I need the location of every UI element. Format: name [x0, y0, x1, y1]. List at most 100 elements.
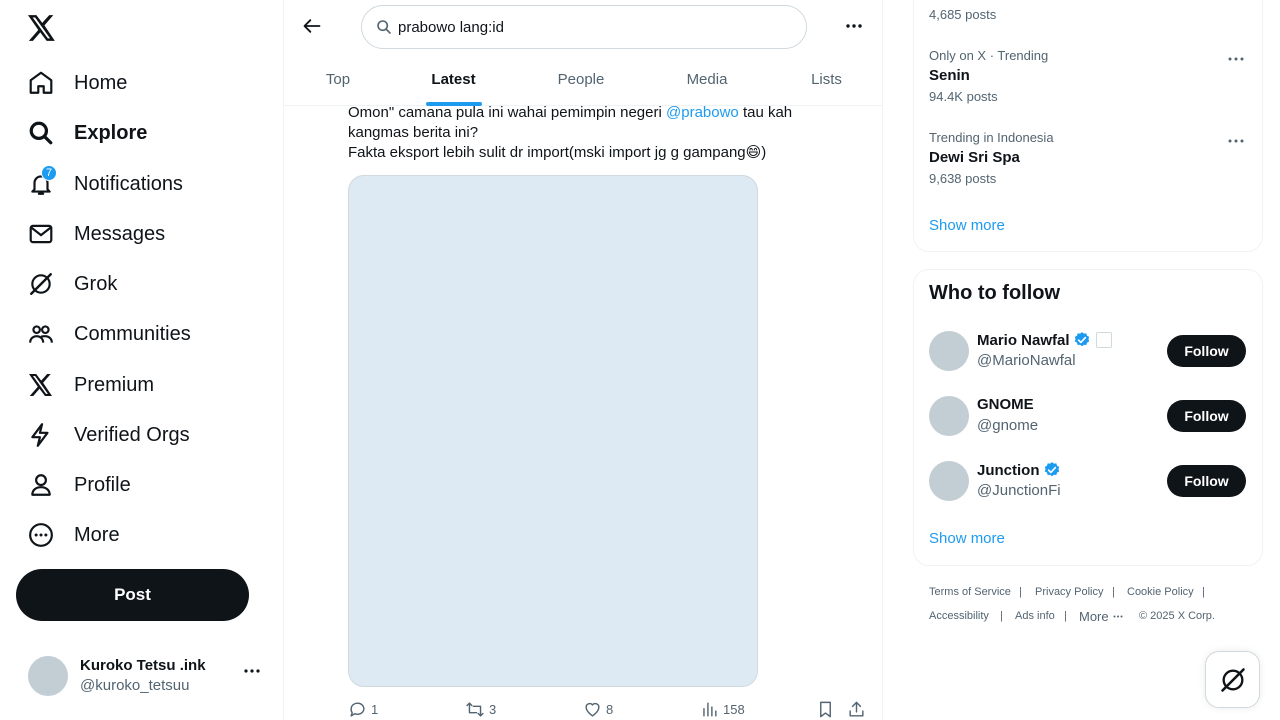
grok-float-button[interactable] [1205, 651, 1260, 708]
tweet-media[interactable] [348, 175, 758, 687]
tab-lists[interactable]: Lists [798, 53, 855, 106]
suggested-user-name[interactable]: GNOME [977, 396, 1034, 413]
footer-link-terms[interactable]: Terms of Service [929, 586, 1011, 598]
trends-card [913, 0, 1263, 252]
trend-meta: Only on X · Trending [929, 48, 1049, 63]
tab-people[interactable]: People [546, 53, 616, 106]
footer-separator: | [1112, 586, 1115, 598]
x-logo-icon [28, 372, 54, 398]
repost-icon [465, 700, 485, 719]
share-button[interactable] [847, 699, 866, 719]
tab-label: Latest [431, 71, 476, 88]
account-name: Kuroko Tetsu .ink [80, 657, 206, 674]
like-button[interactable]: 8 [583, 699, 613, 719]
footer-link-cookies[interactable]: Cookie Policy [1127, 586, 1194, 598]
heart-icon [583, 700, 602, 719]
reply-icon [348, 700, 367, 719]
nav-explore-label: Explore [74, 121, 148, 144]
trends-show-more-link[interactable]: Show more [929, 217, 1005, 234]
footer-link-ads-info[interactable]: Ads info [1015, 610, 1055, 622]
user-name-text: GNOME [977, 396, 1034, 413]
arrow-left-icon [302, 16, 322, 36]
envelope-icon [28, 221, 54, 247]
tab-top[interactable]: Top [308, 53, 368, 106]
avatar[interactable] [929, 396, 969, 436]
nav-verified-orgs[interactable]: Verified Orgs [16, 413, 202, 457]
trend-more-button[interactable] [1224, 131, 1248, 151]
views-button[interactable]: 158 [700, 699, 745, 719]
follow-button[interactable]: Follow [1167, 400, 1246, 432]
mention-link[interactable]: @prabowo [666, 104, 739, 121]
home-icon [28, 70, 54, 96]
x-logo-icon[interactable] [22, 8, 62, 48]
back-button[interactable] [294, 8, 330, 44]
nav-premium-label: Premium [74, 373, 155, 396]
footer-more-button[interactable]: More [1079, 609, 1123, 624]
footer-separator: | [1202, 586, 1205, 598]
trend-meta: Trending in Indonesia [929, 130, 1054, 145]
nav-profile[interactable]: Profile [16, 463, 143, 507]
nav-communities[interactable]: Communities [16, 312, 203, 356]
footer-link-accessibility[interactable]: Accessibility [929, 610, 989, 622]
who-to-follow-title: Who to follow [929, 282, 1061, 304]
account-switcher[interactable]: Kuroko Tetsu .ink @kuroko_tetsuu [16, 644, 271, 708]
reply-button[interactable]: 1 [348, 699, 378, 719]
post-button[interactable]: Post [16, 569, 249, 621]
notification-badge: 7 [41, 165, 57, 181]
people-icon [28, 321, 54, 347]
nav-explore[interactable]: Explore [16, 111, 159, 155]
repost-button[interactable]: 3 [465, 699, 496, 719]
more-horizontal-icon [1228, 57, 1244, 61]
nav-home-label: Home [74, 71, 128, 94]
nav-more[interactable]: More [16, 513, 132, 557]
suggested-user-handle: @JunctionFi [977, 482, 1061, 499]
lightning-icon [28, 422, 54, 448]
avatar[interactable] [929, 331, 969, 371]
search-box[interactable] [361, 5, 807, 49]
analytics-icon [700, 700, 719, 719]
person-icon [28, 472, 54, 498]
nav-verified-orgs-label: Verified Orgs [74, 423, 190, 446]
like-count: 8 [606, 701, 614, 717]
tweet-text-part: Fakta eksport lebih sulit dr import(mski… [348, 144, 767, 161]
suggested-user-name[interactable]: Mario Nawfal [977, 331, 1112, 349]
reply-count: 1 [371, 701, 379, 717]
nav-premium[interactable]: Premium [16, 363, 166, 407]
footer-separator: | [1000, 610, 1003, 622]
trend-post-count: 4,685 posts [929, 7, 997, 22]
tab-latest[interactable]: Latest [422, 53, 485, 106]
left-navigation: Home Explore 7 Notifications Messages Gr… [0, 0, 283, 720]
trend-post-count: 9,638 posts [929, 171, 997, 186]
active-tab-indicator [425, 102, 482, 106]
avatar[interactable] [929, 461, 969, 501]
follow-button[interactable]: Follow [1167, 465, 1246, 497]
nav-notifications-label: Notifications [74, 172, 183, 195]
more-horizontal-icon [845, 23, 863, 29]
trend-more-button[interactable] [1224, 49, 1248, 69]
search-input[interactable] [398, 18, 778, 36]
bookmark-button[interactable] [816, 699, 835, 719]
search-icon [28, 120, 54, 146]
verified-badge-icon [1043, 461, 1061, 479]
footer-more-label: More [1079, 609, 1109, 624]
suggested-user-name[interactable]: Junction [977, 461, 1061, 479]
more-circle-icon [28, 522, 54, 548]
nav-messages-label: Messages [74, 222, 166, 245]
nav-home[interactable]: Home [16, 61, 139, 105]
suggested-user-handle: @gnome [977, 417, 1039, 434]
search-options-button[interactable] [836, 8, 872, 44]
follow-button[interactable]: Follow [1167, 335, 1246, 367]
tab-label: Top [325, 71, 351, 88]
repost-count: 3 [489, 701, 497, 717]
avatar [28, 656, 68, 696]
follow-show-more-link[interactable]: Show more [929, 530, 1005, 547]
tab-media[interactable]: Media [672, 53, 742, 106]
nav-messages[interactable]: Messages [16, 212, 177, 256]
nav-notifications[interactable]: 7 Notifications [16, 162, 195, 206]
tab-label: Media [686, 71, 728, 88]
trend-name: Dewi Sri Spa [929, 149, 1020, 166]
nav-grok[interactable]: Grok [16, 262, 129, 306]
footer-link-privacy[interactable]: Privacy Policy [1035, 586, 1103, 598]
tab-label: People [557, 71, 605, 88]
tweet-text: Omon" camana pula ini wahai pemimpin neg… [348, 103, 848, 163]
